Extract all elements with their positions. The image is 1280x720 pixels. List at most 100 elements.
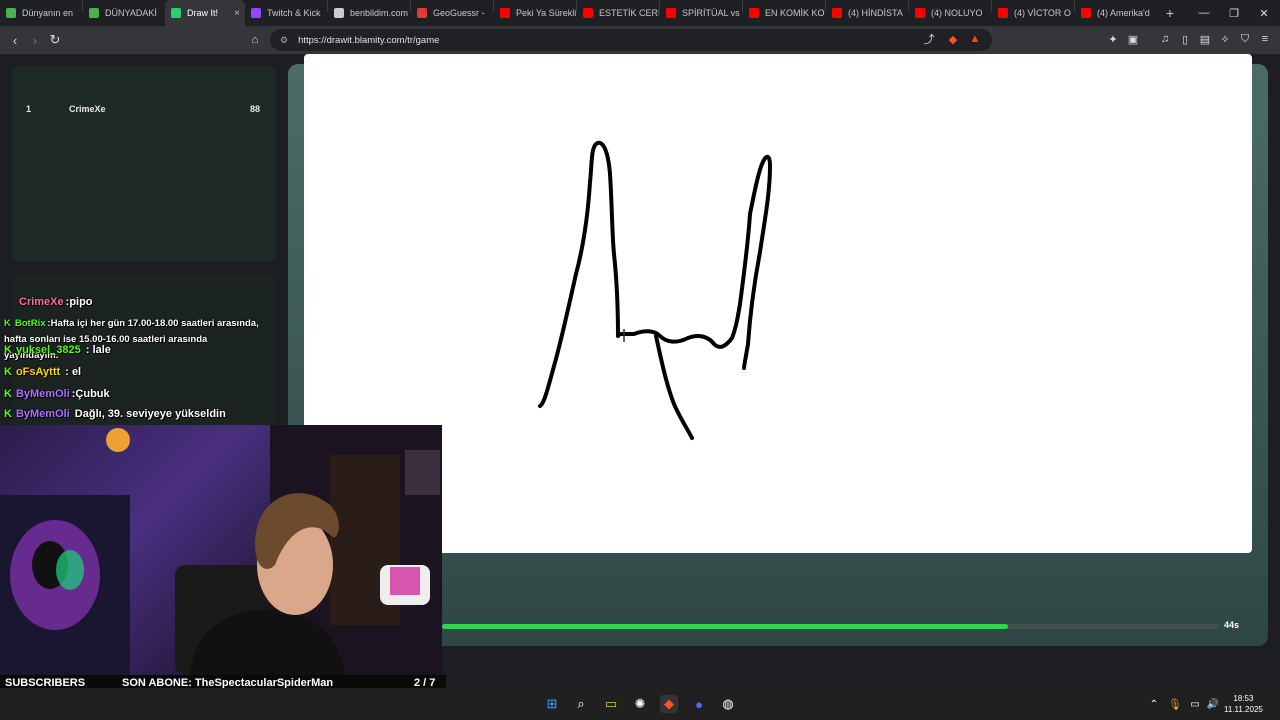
drawing-strokes xyxy=(538,140,772,440)
vpn-icon[interactable]: ⛉ xyxy=(1238,32,1252,46)
tab-label: Draw It! xyxy=(187,8,219,18)
address-bar: ‹ › ↻ ⌂ ⚙ https://drawit.blamity.com/tr/… xyxy=(0,26,1280,54)
tab-8[interactable]: SPİRİTÜAL vs xyxy=(660,0,742,26)
windows-start-icon[interactable]: ⊞ xyxy=(543,695,561,713)
media-icon[interactable]: ♫ xyxy=(1158,32,1172,46)
chat-text: Çubuk xyxy=(75,388,110,400)
search-icon[interactable]: ⌕ xyxy=(572,695,590,713)
tab-label: DÜNYADAKİ xyxy=(105,8,157,18)
clock-time: 18:53 xyxy=(1233,694,1254,703)
chat-message: K BotRix:Hafta içi her gün 17.00-18.00 sa… xyxy=(4,316,264,364)
tab-10[interactable]: (4) HİNDİSTA xyxy=(826,0,908,26)
chat-separator: : xyxy=(82,344,93,356)
bookmark-icon[interactable]: ⌂ xyxy=(245,30,265,50)
tab-label: benbildim.com xyxy=(350,8,409,18)
tab-label: SPİRİTÜAL vs xyxy=(682,8,740,18)
drawing-canvas[interactable] xyxy=(304,54,1252,553)
tab-0[interactable]: Dünyanın en xyxy=(0,0,82,26)
drawing-stroke xyxy=(654,334,694,440)
kick-badge-icon: K xyxy=(4,318,11,329)
brave-rewards-icon[interactable]: ▲ xyxy=(968,32,982,46)
clock-date: 11.11.2025 xyxy=(1224,705,1263,714)
tab-close-icon[interactable]: × xyxy=(234,8,240,19)
leo-ai-icon[interactable]: ✧ xyxy=(1218,32,1232,46)
tray-chevron-icon[interactable]: ⌃ xyxy=(1145,695,1163,713)
forward-icon[interactable]: › xyxy=(25,30,45,50)
tab-label: (4) NOLUYO xyxy=(931,8,983,18)
tab-11[interactable]: (4) NOLUYO xyxy=(909,0,991,26)
extensions-icon[interactable]: ✦ xyxy=(1106,32,1120,46)
tab-favicon-icon xyxy=(417,8,427,18)
leaderboard-panel: 1 CrimeXe 88 xyxy=(12,66,276,261)
chat-text: lale xyxy=(92,344,111,356)
tab-favicon-icon xyxy=(334,8,344,18)
tab-favicon-icon xyxy=(998,8,1008,18)
back-icon[interactable]: ‹ xyxy=(5,30,25,50)
share-icon[interactable]: ⤴ xyxy=(922,32,936,46)
tab-favicon-icon xyxy=(171,8,181,18)
url-text: https://drawit.blamity.com/tr/game xyxy=(298,34,440,46)
chat-message: K ByMemOli Dağlı, 39. seviyeye yükseldin xyxy=(4,408,226,420)
brave-browser-icon[interactable]: ◆ xyxy=(660,695,678,713)
new-tab-button[interactable]: + xyxy=(1157,5,1183,21)
sidebar-icon[interactable]: ▯ xyxy=(1178,32,1192,46)
tabs-container: Dünyanın en DÜNYADAKİ Draw It! × Twitch & Ki… xyxy=(0,0,1157,26)
app-icon[interactable]: ◍ xyxy=(719,695,737,713)
chat-username[interactable]: BotRix xyxy=(15,318,46,329)
tab-7[interactable]: ESTETİK CERR xyxy=(577,0,659,26)
tab-label: (4) HİNDİSTA xyxy=(848,8,903,18)
chatgpt-icon[interactable]: ✺ xyxy=(631,695,649,713)
wallet-icon[interactable]: ▤ xyxy=(1198,32,1212,46)
chat-username[interactable]: ByMemOli xyxy=(16,388,70,400)
tab-5[interactable]: GeoGuessr - xyxy=(411,0,493,26)
chat-username[interactable]: oFsAyttt xyxy=(16,366,60,378)
tab-favicon-icon xyxy=(6,8,16,18)
tab-bar: Dünyanın en DÜNYADAKİ Draw It! × Twitch & Ki… xyxy=(0,0,1280,26)
tab-favicon-icon xyxy=(89,8,99,18)
menu-icon[interactable]: ≡ xyxy=(1258,32,1272,46)
tab-9[interactable]: EN KOMİK KO xyxy=(743,0,825,26)
timer-fill xyxy=(442,624,1009,629)
chat-username[interactable]: yuksel_3825 xyxy=(16,344,81,356)
tab-label: ESTETİK CERR xyxy=(599,8,659,18)
chat-text: el xyxy=(71,366,82,378)
leaderboard-score: 88 xyxy=(249,104,260,114)
url-input[interactable]: ⚙ https://drawit.blamity.com/tr/game xyxy=(270,29,992,51)
tab-favicon-icon xyxy=(583,8,593,18)
tab-6[interactable]: Peki Ya Sürekli xyxy=(494,0,576,26)
tab-12[interactable]: (4) VİCTOR O xyxy=(992,0,1074,26)
chat-username[interactable]: CrimeXe xyxy=(19,296,64,308)
reload-icon[interactable]: ↻ xyxy=(45,30,65,50)
site-info-icon[interactable]: ⚙ xyxy=(280,35,288,46)
chat-text: pipo xyxy=(69,296,93,308)
close-window-icon[interactable]: ✕ xyxy=(1248,0,1280,26)
tab-favicon-icon xyxy=(749,8,759,18)
chat-separator: : xyxy=(62,366,72,378)
chat-username[interactable]: ByMemOli xyxy=(16,408,70,420)
tab-favicon-icon xyxy=(666,8,676,18)
microphone-icon[interactable]: 🎙 xyxy=(1166,695,1184,713)
tab-3[interactable]: Twitch & Kick xyxy=(245,0,327,26)
screenshot-icon[interactable]: ▣ xyxy=(1126,32,1140,46)
tab-label: EN KOMİK KO xyxy=(765,8,825,18)
volume-icon[interactable]: 🔊 xyxy=(1204,695,1222,713)
network-icon[interactable]: ▭ xyxy=(1186,695,1204,713)
minimize-icon[interactable]: — xyxy=(1188,0,1220,26)
brave-shields-icon[interactable]: ◆ xyxy=(946,32,960,46)
tab-favicon-icon xyxy=(915,8,925,18)
restore-icon[interactable]: ❐ xyxy=(1218,0,1250,26)
file-explorer-icon[interactable]: ▭ xyxy=(602,695,620,713)
tab-favicon-icon xyxy=(1081,8,1091,18)
tab-1[interactable]: DÜNYADAKİ xyxy=(83,0,165,26)
tab-favicon-icon xyxy=(500,8,510,18)
tab-13[interactable]: (4) Amerika'd xyxy=(1075,0,1157,26)
drawing-stroke xyxy=(538,140,772,408)
tab-label: GeoGuessr - xyxy=(433,8,485,18)
tab-2[interactable]: Draw It! × xyxy=(165,0,245,26)
tab-favicon-icon xyxy=(251,8,261,18)
chat-message: K ByMemOli:Çubuk xyxy=(4,388,110,400)
tab-4[interactable]: benbildim.com xyxy=(328,0,410,26)
tab-label: (4) VİCTOR O xyxy=(1014,8,1071,18)
discord-icon[interactable]: ● xyxy=(690,695,708,713)
clock[interactable]: 18:53 11.11.2025 xyxy=(1224,693,1263,715)
